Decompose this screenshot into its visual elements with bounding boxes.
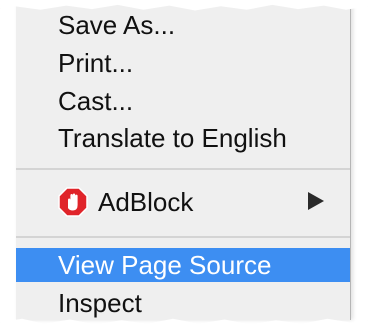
menu-item-label: Cast... [58, 86, 134, 116]
context-menu: Save As... Print... Cast... Translate to… [16, 0, 351, 320]
menu-separator [16, 168, 350, 170]
menu-item-label: Print... [58, 48, 134, 78]
menu-item-translate[interactable]: Translate to English [16, 121, 350, 155]
menu-item-label: Save As... [58, 10, 176, 40]
menu-item-label: Inspect [58, 288, 142, 318]
menu-item-inspect[interactable]: Inspect [16, 286, 350, 320]
menu-item-label: AdBlock [98, 187, 194, 217]
menu-item-cast[interactable]: Cast... [16, 84, 350, 118]
adblock-hand-stop-icon [58, 187, 88, 217]
menu-item-print[interactable]: Print... [16, 46, 350, 80]
menu-item-save-as[interactable]: Save As... [16, 8, 350, 42]
menu-separator [16, 236, 350, 238]
menu-item-label: View Page Source [58, 250, 272, 280]
menu-item-label: Translate to English [58, 123, 287, 153]
submenu-arrow-icon [308, 192, 324, 210]
menu-item-view-page-source[interactable]: View Page Source [16, 248, 350, 282]
